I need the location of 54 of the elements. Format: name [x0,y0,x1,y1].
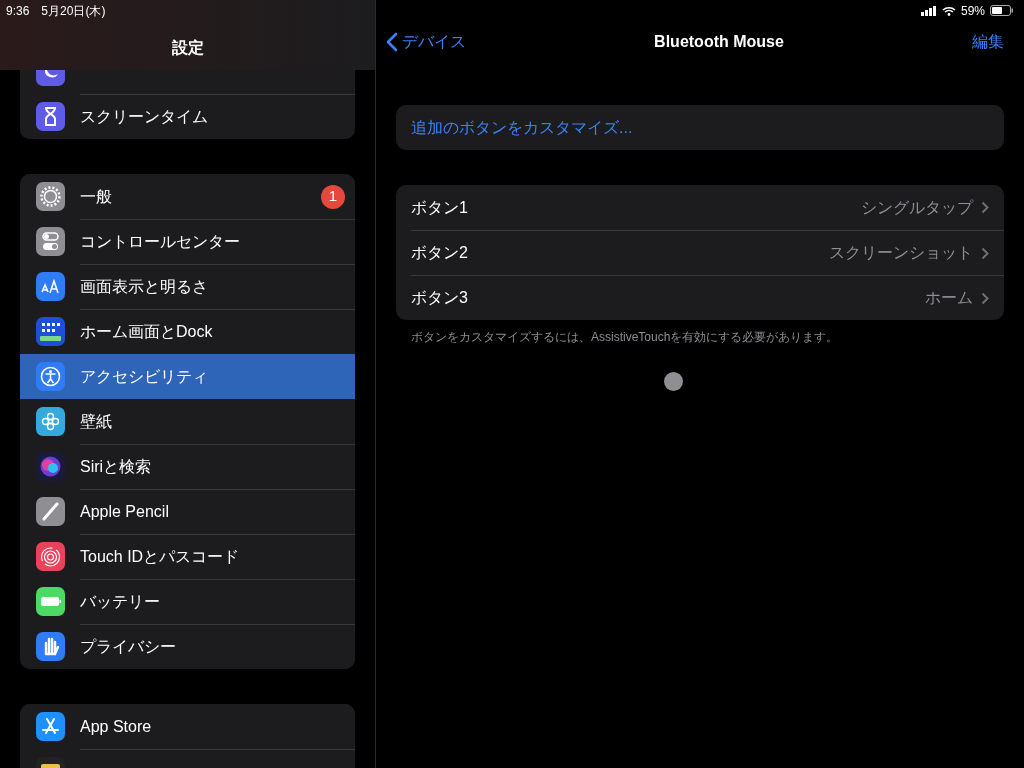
wifi-icon [941,5,956,16]
item-label: Siriと検索 [80,457,153,477]
button-label: ボタン1 [411,197,469,218]
hand-icon [36,632,65,661]
button-label: ボタン2 [411,243,469,263]
customize-link[interactable]: 追加のボタンをカスタマイズ... [396,105,1004,150]
chevron-right-icon [981,246,989,260]
status-time: 9:36 [6,3,30,20]
item-label: 一般 [80,186,113,207]
chevron-right-icon [981,201,989,214]
item-label: バッテリー [80,592,161,612]
battery-icon [990,5,1014,16]
item-label: アクセシビリティ [80,366,209,387]
button-label: ボタン3 [411,288,469,308]
battery-percent: 59% [960,2,985,20]
item-label: Apple Pencil [80,502,170,522]
toggles-icon [36,227,65,256]
item-label: プライバシー [80,637,177,657]
battery-icon [36,587,65,616]
signal-icon [920,5,937,16]
page-title: Bluetooth Mouse [654,31,784,52]
moon-icon [36,70,65,86]
button-action-value[interactable]: ホーム [925,286,973,310]
notification-badge: 1 [321,184,345,209]
status-date: 5月20日(木) [41,3,106,20]
sidebar-title: 設定 [172,38,204,58]
orb-icon [36,452,65,481]
button-action-value[interactable]: スクリーンショット [829,241,973,265]
item-label: App Store [80,716,153,737]
footnote: ボタンをカスタマイズするには、AssistiveTouchを有効にする必要があります。 [410,329,840,346]
pencil-icon [36,497,65,526]
item-label: 壁紙 [80,411,113,432]
sidebar-item[interactable]: スクリーンタイム [20,94,355,139]
app-grid-icon [36,317,65,346]
gear-icon [36,182,65,211]
sidebar-item[interactable]: プライバシー [20,624,355,669]
chevron-right-icon [981,291,989,305]
item-label: コントロールセンター [80,232,241,252]
text-size-icon [36,272,65,301]
item-label: スクリーンタイム [80,107,209,127]
accessibility-icon [36,362,65,391]
button-action-value[interactable]: シングルタップ [861,195,973,220]
app-store-icon [36,712,65,741]
hourglass-icon [36,102,65,131]
back-button[interactable]: デバイス [386,29,466,54]
edit-button[interactable]: 編集 [972,29,1014,54]
item-label: 画面表示と明るさ [80,277,209,297]
flower-icon [36,407,65,436]
pointer-cursor [664,372,683,391]
sidebar-item[interactable]: アクセシビリティ [20,354,355,399]
item-label: Touch IDとパスコード [80,547,241,567]
fingerprint-icon [36,542,65,571]
chevron-left-icon [386,31,398,52]
item-label: ホーム画面とDock [80,322,214,342]
